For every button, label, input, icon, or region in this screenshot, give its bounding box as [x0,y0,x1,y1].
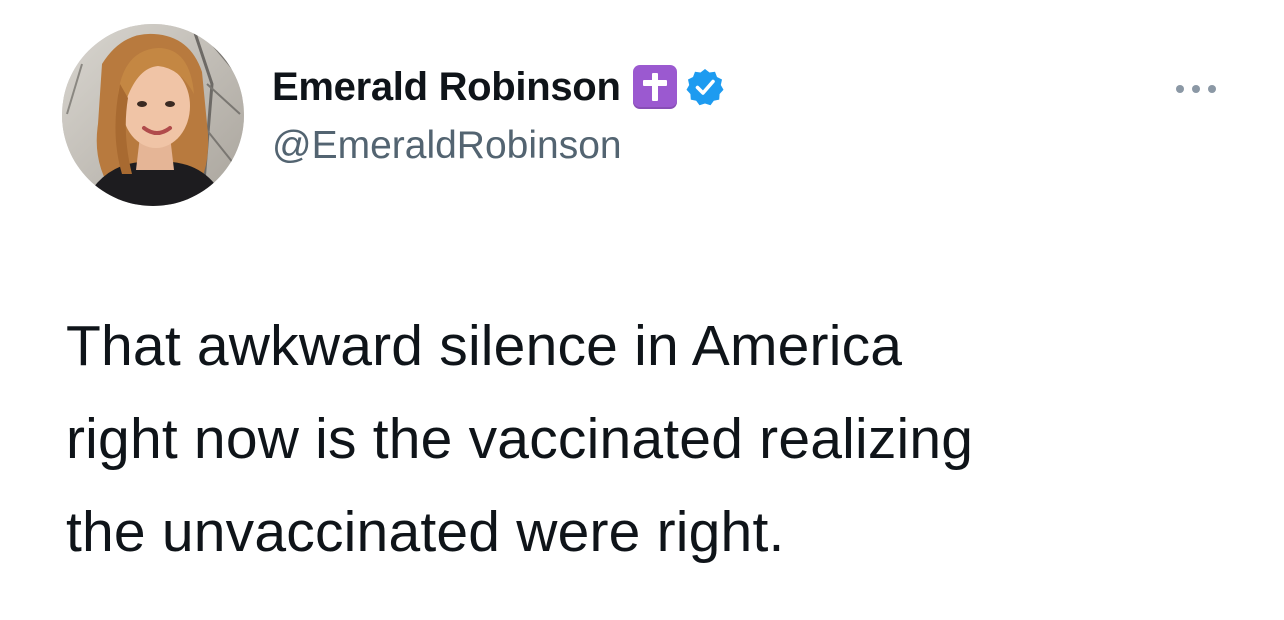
latin-cross-emoji-icon [632,65,677,109]
author-handle[interactable]: @EmeraldRobinson [272,124,622,168]
author-name-row: Emerald Robinson [272,60,725,114]
author-display-name[interactable]: Emerald Robinson [272,65,621,110]
tweet-text-line: the unvaccinated were right. [66,500,785,564]
avatar[interactable] [62,24,244,206]
tweet-text-line: right now is the vaccinated realizing [66,407,974,471]
verified-badge-icon [686,69,724,106]
more-options-icon[interactable] [1176,82,1216,96]
tweet-text: That awkward silence in America right no… [66,300,1246,579]
tweet-card: Emerald Robinson @EmeraldRobinson That a… [0,0,1284,620]
tweet-text-line: That awkward silence in America [66,314,903,378]
avatar-photo [62,24,244,206]
